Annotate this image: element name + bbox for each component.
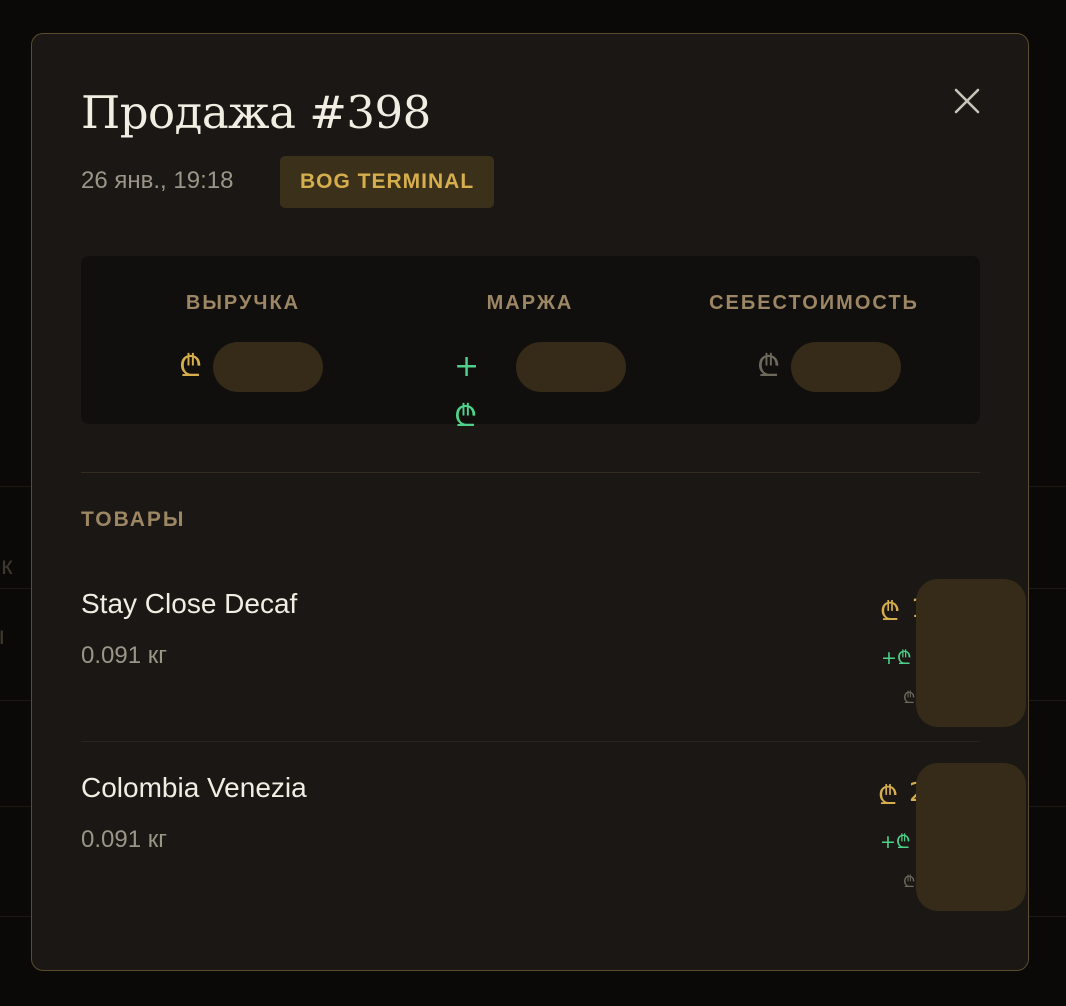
backdrop-text: лк (0, 550, 13, 580)
item-name: Stay Close Decaf (81, 588, 298, 619)
section-divider (81, 472, 980, 473)
cost-stat: СЕБЕСТОИМОСТЬ ₾ (664, 256, 964, 424)
sale-datetime: 26 янв., 19:18 (81, 167, 234, 194)
modal-title: Продажа #398 (81, 86, 431, 139)
backdrop-text: ы (0, 620, 5, 651)
item-revenue-prefix: ₾ (878, 781, 899, 811)
redacted-value (516, 342, 626, 392)
lari-currency-icon: ₾ (757, 349, 781, 384)
item-margin-prefix: +₾ (881, 647, 912, 669)
margin-label: МАРЖА (486, 292, 574, 314)
item-quantity: 0.091 кг (81, 826, 167, 853)
list-item: Colombia Venezia 0.091 кг ₾ 2 +₾ ₾ (81, 772, 980, 956)
items-section-label: ТОВАРЫ (81, 508, 186, 531)
close-icon (954, 88, 980, 114)
payment-method-badge: BOG TERMINAL (280, 156, 495, 208)
item-cost-prefix: ₾ (903, 872, 916, 891)
lari-currency-icon: ₾ (179, 349, 203, 384)
item-quantity: 0.091 кг (81, 642, 167, 669)
item-name: Colombia Venezia (81, 772, 307, 803)
item-divider (81, 741, 980, 742)
revenue-stat: ВЫРУЧКА ₾ (93, 256, 393, 424)
sale-detail-modal: Продажа #398 26 янв., 19:18 BOG TERMINAL… (31, 33, 1029, 971)
cost-label: СЕБЕСТОИМОСТЬ (709, 292, 919, 314)
item-cost-prefix: ₾ (903, 688, 916, 707)
revenue-label: ВЫРУЧКА (185, 292, 301, 314)
item-margin-prefix: +₾ (880, 831, 911, 853)
redacted-item-prices (916, 763, 1026, 911)
item-revenue-prefix: ₾ (880, 597, 901, 627)
redacted-value (791, 342, 901, 392)
redacted-value (213, 342, 323, 392)
close-button[interactable] (951, 85, 983, 117)
margin-stat: МАРЖА +₾ (380, 256, 680, 434)
lari-currency-icon: +₾ (454, 349, 480, 434)
redacted-item-prices (916, 579, 1026, 727)
list-item: Stay Close Decaf 0.091 кг ₾ 1 +₾ ₾ (81, 588, 980, 772)
summary-panel: ВЫРУЧКА ₾ МАРЖА +₾ СЕБЕСТОИМОСТЬ ₾ (81, 256, 980, 434)
